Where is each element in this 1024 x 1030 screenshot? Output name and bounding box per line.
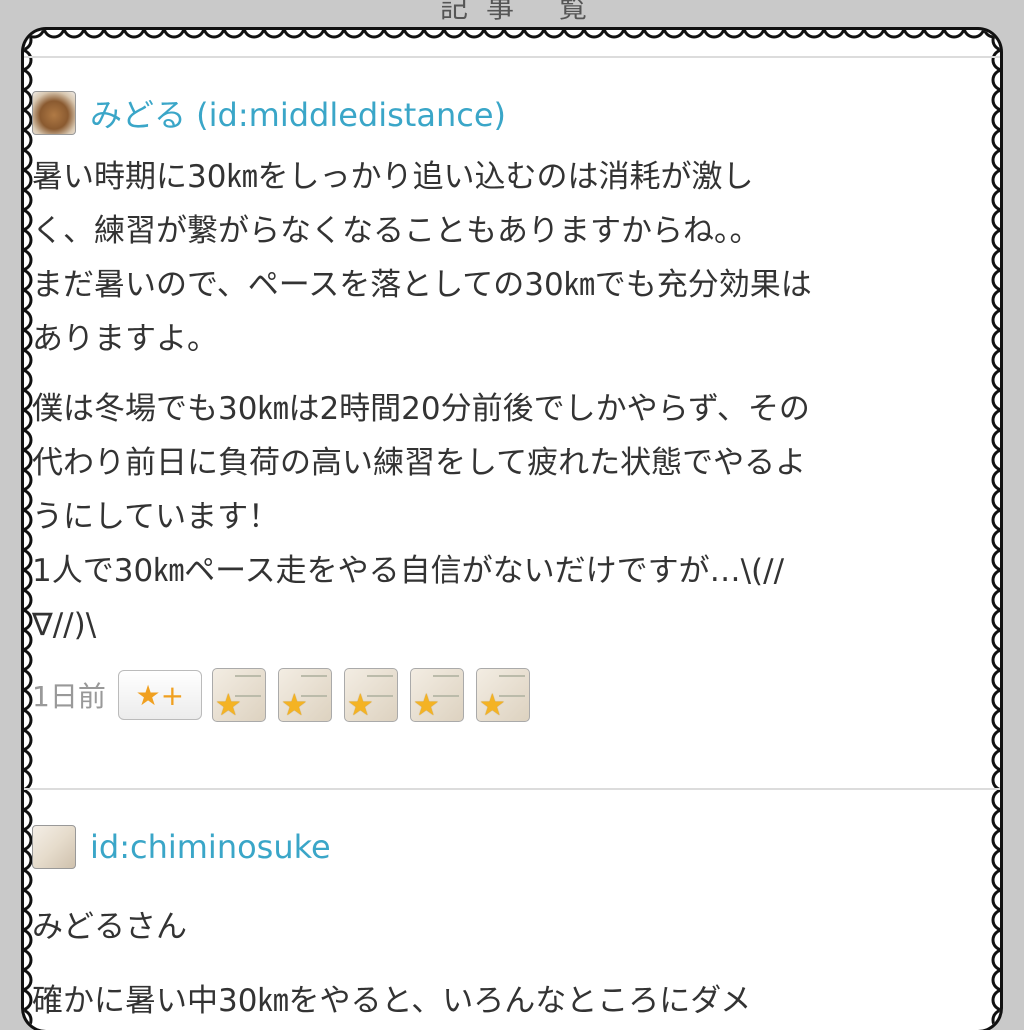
author-link[interactable]: みどる (id:middledistance) [90, 90, 506, 136]
star-icon[interactable]: ★ [409, 668, 464, 722]
divider [24, 56, 1000, 58]
avatar[interactable] [32, 825, 76, 869]
add-star-button[interactable]: ★+ [117, 670, 202, 720]
comment-meta: 1日前 ★+ ★ ★ ★ ★ ★ [32, 666, 982, 724]
comment-item: id:chiminosuke みどるさん 確かに暑い中30㎞をやると、いろんなと… [32, 822, 982, 1028]
divider [24, 788, 1000, 790]
comment-author-row: みどる (id:middledistance) [32, 88, 982, 138]
comment-item: みどる (id:middledistance) 暑い時期に30㎞をしっかり追い込… [32, 88, 982, 724]
star-icon[interactable]: ★ [475, 668, 530, 722]
star-icon[interactable]: ★ [211, 668, 266, 722]
author-link[interactable]: id:chiminosuke [90, 828, 331, 866]
star-add-icon: ★+ [135, 678, 185, 712]
comment-card: みどる (id:middledistance) 暑い時期に30㎞をしっかり追い込… [24, 30, 1000, 1030]
comment-paragraph: 確かに暑い中30㎞をやると、いろんなところにダメ [32, 983, 752, 1019]
comment-author-row: id:chiminosuke [32, 822, 982, 872]
timestamp: 1日前 [32, 680, 106, 713]
star-icon[interactable]: ★ [277, 668, 332, 722]
comment-paragraph: みどるさん [32, 909, 187, 945]
avatar[interactable] [32, 91, 76, 135]
header-fragment: 記事 覧 [440, 0, 605, 24]
comment-paragraph: 僕は冬場でも30㎞は2時間20分前後でしかやらず、その 代わり前日に負荷の高い練… [32, 391, 810, 643]
comment-paragraph: 暑い時期に30㎞をしっかり追い込むのは消耗が激し く、練習が繋がらなくなることも… [32, 159, 812, 357]
star-icon[interactable]: ★ [343, 668, 398, 722]
